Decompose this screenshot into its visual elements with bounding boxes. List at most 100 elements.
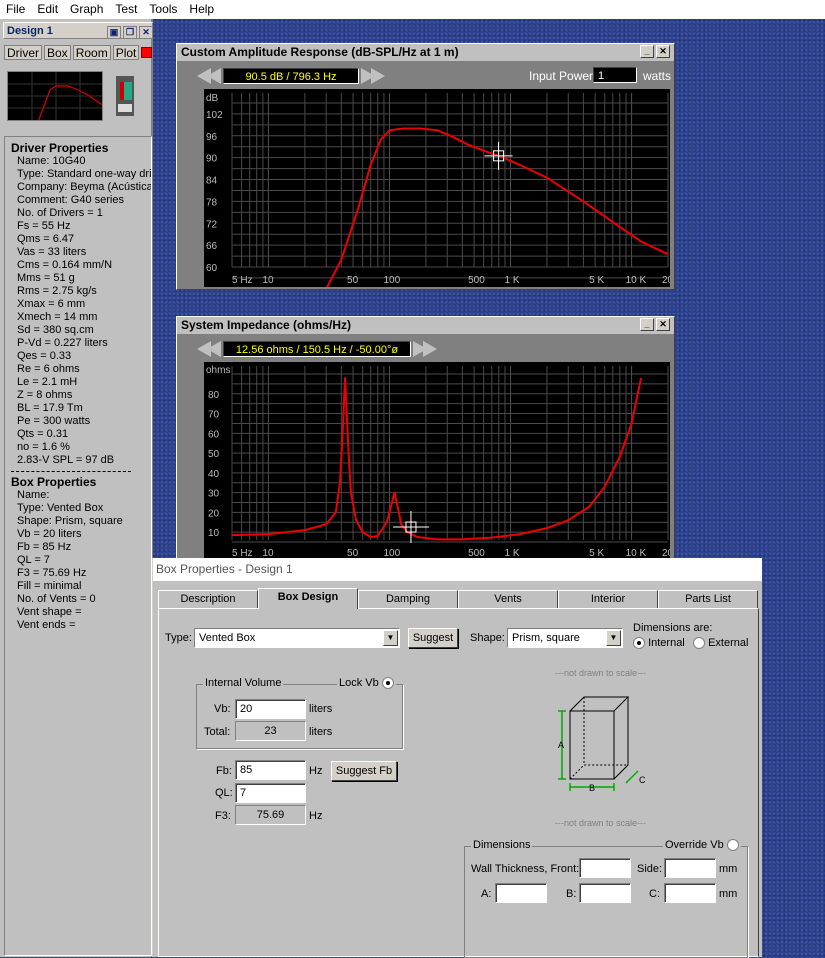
design-title-bar: Design 1 ▣ ❐ ✕ xyxy=(3,22,153,39)
f3-label: F3: xyxy=(215,810,231,822)
y-tick-label: 90 xyxy=(206,154,218,165)
property-line: Company: Beyma (Acústica xyxy=(17,181,152,193)
a-label: A: xyxy=(481,888,492,900)
cursor-left-fast-icon[interactable] xyxy=(207,68,221,84)
box-dimensions-diagram: A B C xyxy=(558,696,646,793)
vb-label: Vb: xyxy=(214,703,231,715)
vb-input[interactable] xyxy=(235,699,306,719)
lock-vb-label: Lock Vb xyxy=(339,677,379,689)
plot-button[interactable]: Plot xyxy=(112,45,140,60)
override-vb-radio[interactable] xyxy=(726,839,739,852)
room-button[interactable]: Room xyxy=(72,45,111,60)
menu-tools[interactable]: Tools xyxy=(143,0,183,19)
driver-properties-list: Name: 10G40 Type: Standard one-way driv Co… xyxy=(11,155,152,467)
property-line: QL = 7 xyxy=(17,554,50,566)
menu-test[interactable]: Test xyxy=(109,0,143,19)
y-tick-label: 96 xyxy=(206,132,218,143)
wall-front-input[interactable] xyxy=(579,858,631,878)
menu-file[interactable]: File xyxy=(0,0,31,19)
impedance-plot[interactable]: ohms 80 70 60 50 40 30 20 10 5 Hz 10 50 100 500 1 K5 K… xyxy=(204,362,683,560)
x-tick-label: 100 xyxy=(383,275,400,286)
speaker-box-icon[interactable] xyxy=(116,76,134,116)
menu-graph[interactable]: Graph xyxy=(64,0,109,19)
amplitude-graph: dB 102 96 90 84 78 72 66 60 5 Hz 10 50 100 500 1 K 5 K 1… xyxy=(206,93,683,290)
ql-input[interactable] xyxy=(235,783,306,803)
wall-side-input[interactable] xyxy=(664,858,716,878)
property-line: Xmech = 14 mm xyxy=(17,311,98,323)
y-tick-label: 66 xyxy=(206,241,218,252)
menu-help[interactable]: Help xyxy=(183,0,220,19)
internal-radio[interactable] xyxy=(633,637,645,650)
box-button[interactable]: Box xyxy=(44,45,71,60)
design-panel: Design 1 ▣ ❐ ✕ Driver Box Room Plot Driv… xyxy=(0,19,153,957)
tab-box-design[interactable]: Box Design xyxy=(258,588,358,609)
dim-c-label: C xyxy=(639,775,646,785)
plot-color-swatch[interactable] xyxy=(141,47,153,58)
menu-edit[interactable]: Edit xyxy=(31,0,64,19)
tab-damping[interactable]: Damping xyxy=(358,590,458,608)
design-title: Design 1 xyxy=(7,25,53,37)
suggest-fb-button[interactable]: Suggest Fb xyxy=(331,761,397,781)
impedance-readout: 12.56 ohms / 150.5 Hz / -50.00°ø xyxy=(223,341,411,357)
y-tick-label: 10 xyxy=(208,528,220,539)
override-vb-option[interactable]: Override Vb xyxy=(663,839,741,852)
dimensions-are-label: Dimensions are: xyxy=(633,622,713,634)
property-line: Vent ends = xyxy=(17,619,76,631)
box-properties-header: Box Properties xyxy=(11,475,97,489)
c-label: C: xyxy=(649,888,660,900)
total-unit: liters xyxy=(309,726,333,738)
cursor-right-fast-icon[interactable] xyxy=(423,341,437,357)
type-label: Type: xyxy=(165,632,192,644)
amplitude-plot[interactable]: dB 102 96 90 84 78 72 66 60 5 Hz 10 50 100 500 1 K 5 K 1… xyxy=(204,89,683,290)
lock-vb-radio[interactable] xyxy=(381,677,394,690)
x-tick-label: 50 xyxy=(347,275,359,286)
tab-vents[interactable]: Vents xyxy=(458,590,558,608)
suggest-button[interactable]: Suggest xyxy=(408,628,458,648)
copy-icon[interactable]: ❐ xyxy=(123,26,137,39)
property-line: No. of Drivers = 1 xyxy=(17,207,103,219)
close-icon[interactable]: ✕ xyxy=(139,26,153,39)
box-properties-list: Name: Type: Vented Box Shape: Prism, squar… xyxy=(11,489,145,632)
property-line: Qts = 0.31 xyxy=(17,428,69,440)
not-to-scale-top: ---not drawn to scale--- xyxy=(555,668,647,678)
minimize-icon[interactable]: _ xyxy=(640,318,654,331)
x-tick-label: 5 K xyxy=(589,275,604,286)
dialog-tabs: Description Box Design Damping Vents Int… xyxy=(158,588,758,609)
input-power-field[interactable]: 1 xyxy=(593,67,637,83)
cursor-right-fast-icon[interactable] xyxy=(371,68,385,84)
property-line: No. of Vents = 0 xyxy=(17,593,96,605)
tab-description[interactable]: Description xyxy=(158,590,258,608)
property-line: Name: xyxy=(17,489,50,501)
type-select[interactable]: Vented Box ▼ xyxy=(194,628,400,648)
impedance-curve xyxy=(231,377,643,541)
close-icon[interactable]: ✕ xyxy=(656,318,670,331)
property-line: Fb = 85 Hz xyxy=(17,541,72,553)
y-tick-label: 80 xyxy=(208,390,220,401)
side-label: Side: xyxy=(637,863,663,875)
internal-option[interactable]: Internal xyxy=(633,637,685,650)
lock-vb-option[interactable]: Lock Vb xyxy=(337,677,396,690)
dim-b-input[interactable] xyxy=(579,883,631,903)
dim-c-input[interactable] xyxy=(664,883,716,903)
save-icon[interactable]: ▣ xyxy=(107,26,121,39)
property-line: no = 1.6 % xyxy=(17,441,70,453)
y-tick-label: 20 xyxy=(208,508,220,519)
driver-button[interactable]: Driver xyxy=(4,45,42,60)
tab-interior[interactable]: Interior xyxy=(558,590,658,608)
vb-unit: liters xyxy=(309,703,333,715)
shape-select[interactable]: Prism, square ▼ xyxy=(507,628,623,648)
external-radio[interactable] xyxy=(693,637,705,650)
tab-parts-list[interactable]: Parts List xyxy=(658,590,758,608)
close-icon[interactable]: ✕ xyxy=(656,45,670,58)
property-line: Z = 8 ohms xyxy=(17,389,73,401)
amplitude-title-bar: Custom Amplitude Response (dB-SPL/Hz at … xyxy=(177,44,674,61)
dim-a-input[interactable] xyxy=(495,883,547,903)
response-thumbnail[interactable] xyxy=(7,71,103,121)
property-line: Pe = 300 watts xyxy=(17,415,91,427)
fb-input[interactable] xyxy=(235,760,306,780)
minimize-icon[interactable]: _ xyxy=(640,45,654,58)
amplitude-title: Custom Amplitude Response (dB-SPL/Hz at … xyxy=(181,45,459,59)
external-option[interactable]: External xyxy=(693,637,748,650)
cursor-left-fast-icon[interactable] xyxy=(207,341,221,357)
property-line: P-Vd = 0.227 liters xyxy=(17,337,108,349)
